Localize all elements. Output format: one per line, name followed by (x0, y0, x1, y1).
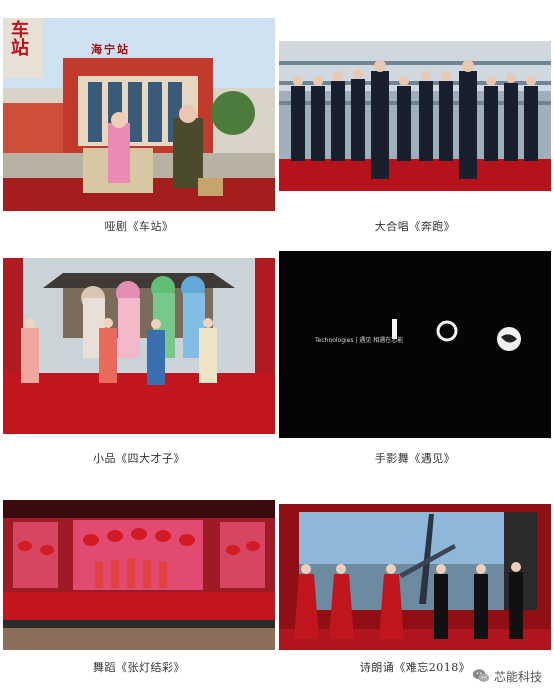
watermark-text: 芯能科技 (493, 669, 542, 684)
photo-mime-station: 海宁站 车站 (3, 18, 275, 211)
screen-text: Technologies | 遇见 相遇在芯能 (315, 337, 404, 344)
caption-mime-station: 哑剧《车站》 (104, 220, 174, 233)
photo-sketch-four-talents (3, 258, 275, 434)
caption-dance-lanterns: 舞蹈《张灯结彩》 (93, 661, 185, 674)
caption-chorus-run: 大合唱《奔跑》 (374, 220, 456, 233)
watermark: 芯能科技 (472, 667, 542, 685)
photo-shadow-dance-meet: Technologies | 遇见 相遇在芯能 (279, 251, 551, 438)
station-logo-text: 车站 (8, 20, 29, 56)
station-sign: 海宁站 (91, 43, 130, 56)
photo-chorus-run (279, 41, 551, 191)
wechat-icon (472, 669, 490, 682)
photo-poetry-2018 (279, 504, 551, 650)
photo-dance-lanterns (3, 500, 275, 650)
caption-sketch-four-talents: 小品《四大才子》 (93, 452, 185, 465)
caption-shadow-dance-meet: 手影舞《遇见》 (374, 452, 456, 465)
